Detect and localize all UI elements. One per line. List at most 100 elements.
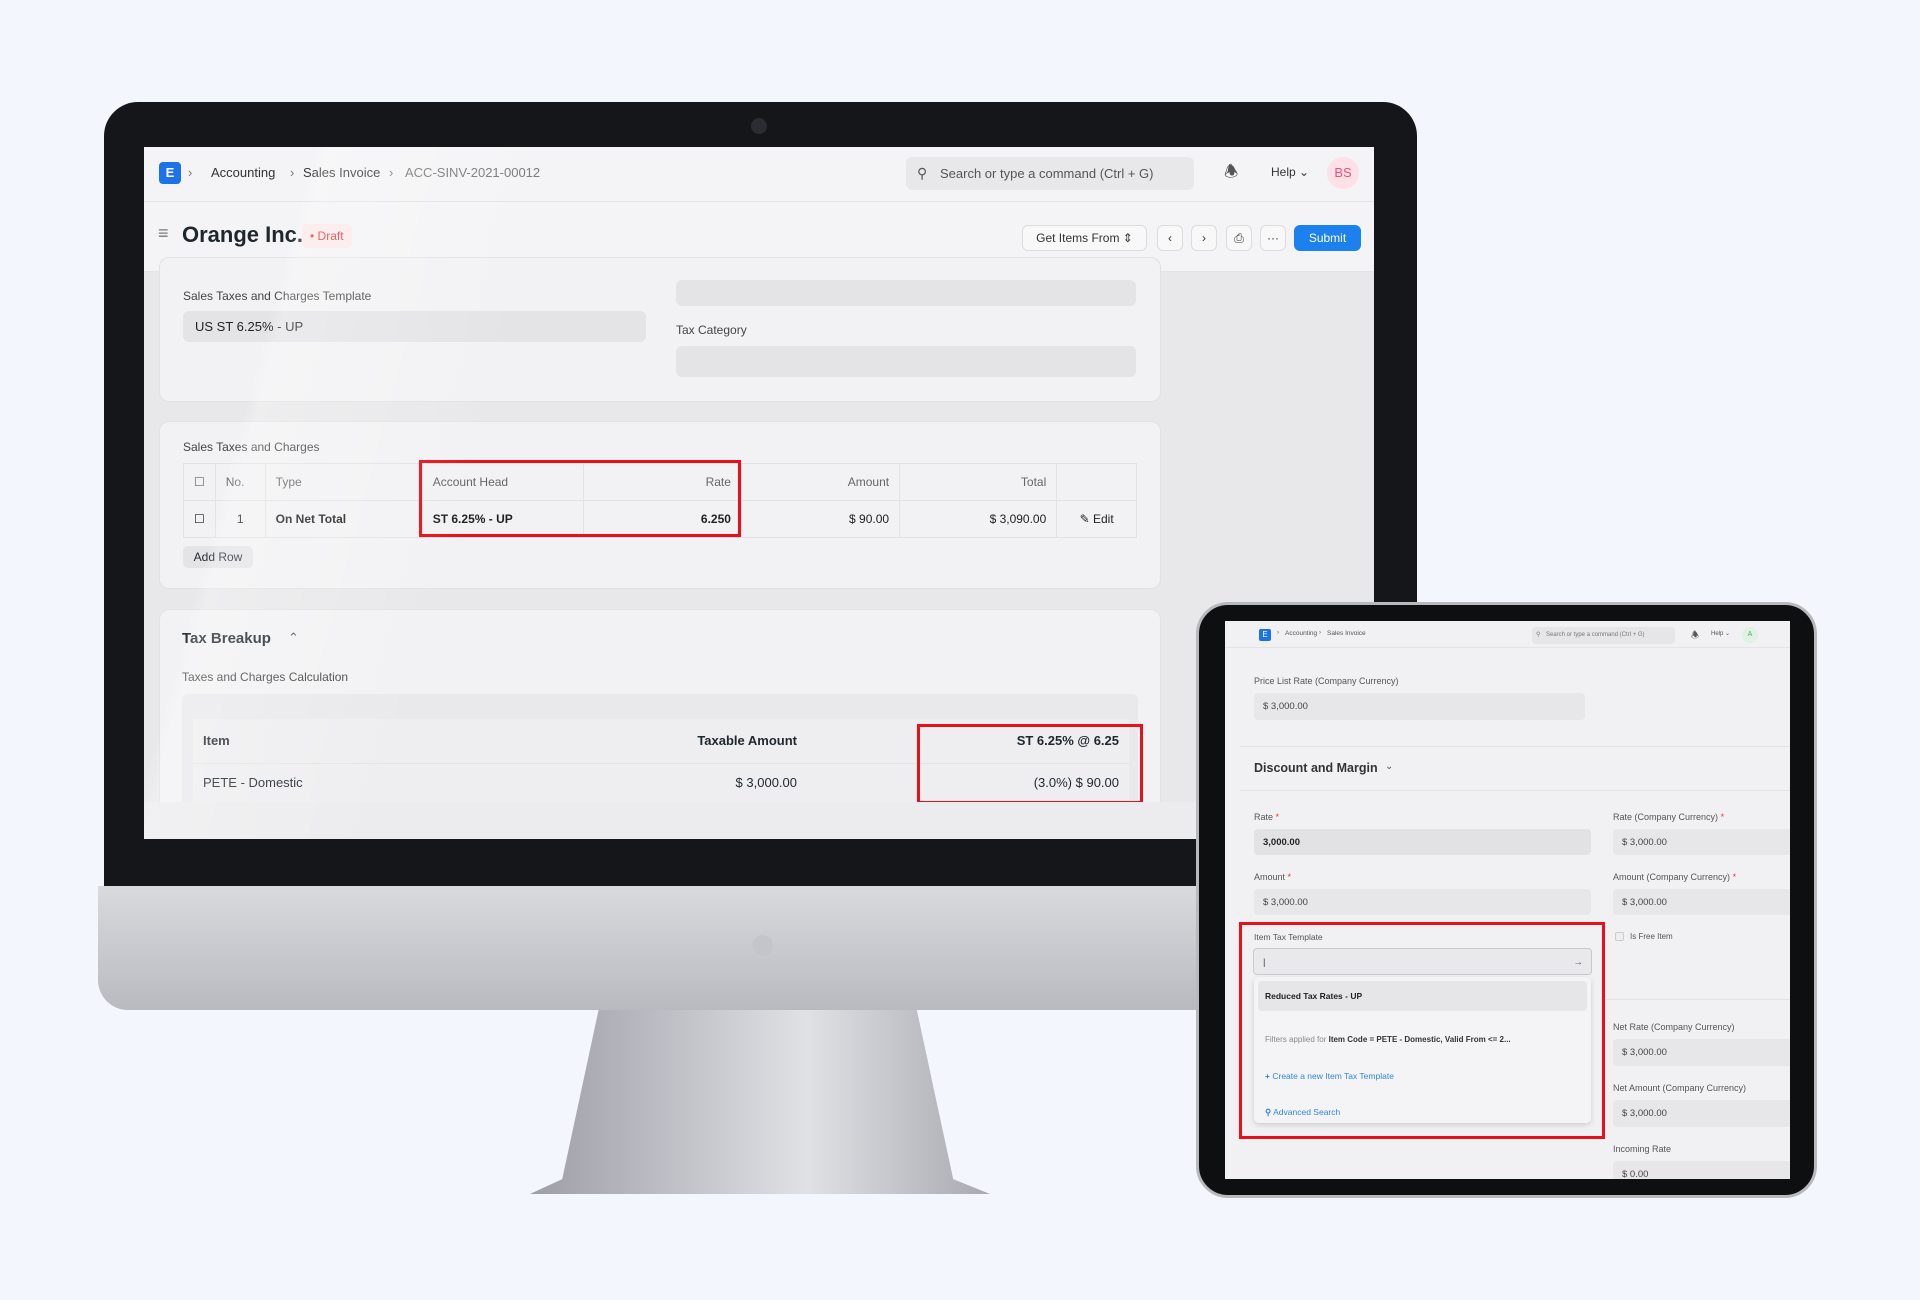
row-no: 1 [214,500,266,538]
incoming-rate-input: $ 0.00 [1613,1161,1790,1179]
row-item: PETE - Domestic [193,763,497,803]
net-rate-input: $ 3,000.00 [1613,1039,1790,1066]
divider [1240,746,1790,747]
select-all-checkbox[interactable]: ☐ [183,463,216,501]
avatar[interactable]: A [1742,627,1758,643]
bell-icon[interactable]: 🕭 [1691,628,1699,644]
avatar[interactable]: BS [1327,157,1359,189]
status-text: Draft [317,229,344,243]
col-amount: Amount [740,463,901,501]
breadcrumb-accounting[interactable]: Accounting [211,162,275,184]
next-button[interactable]: › [1191,225,1217,251]
page-title: Orange Inc. [182,222,304,247]
rate-input[interactable]: 3,000.00 [1254,829,1591,855]
amount-label-text: Amount [1254,872,1286,882]
breadcrumb-document[interactable]: ACC-SINV-2021-00012 [405,162,540,184]
taxes-label: Sales Taxes and Charges [183,440,320,454]
row-checkbox[interactable]: ☐ [183,500,216,538]
rate-label-text: Rate [1254,812,1274,822]
chevron-right-icon: › [1277,630,1279,636]
desktop-screen: E › Accounting › Sales Invoice › ACC-SIN… [144,147,1374,839]
search-icon: ⚲ [1536,632,1541,638]
incoming-rate-label: Incoming Rate [1613,1144,1672,1154]
chevron-right-icon: › [290,165,295,180]
navbar: E › Accounting › Sales Invoice › ACC-SIN… [144,147,1374,202]
divider [1605,999,1790,1000]
is-free-item-label: Is Free Item [1630,932,1673,941]
highlight-box [419,460,741,537]
menu-icon[interactable]: ≡ [158,223,169,244]
bell-icon[interactable]: 🕭 [1224,161,1238,188]
app-logo[interactable]: E [159,162,181,184]
chevron-right-icon: › [389,165,394,180]
get-items-label: Get Items From [1036,231,1120,245]
price-list-rate-label: Price List Rate (Company Currency) [1254,676,1399,686]
rate-cc-input: $ 3,000.00 [1613,829,1790,855]
tax-category-label: Tax Category [676,323,747,337]
amount-cc-input: $ 3,000.00 [1613,889,1790,915]
price-list-rate-input[interactable]: $ 3,000.00 [1254,693,1585,720]
divider [1240,790,1790,791]
col-item: Item [193,719,497,764]
apple-logo-icon: ● [748,917,778,970]
row-taxable: $ 3,000.00 [497,763,807,803]
search-icon: ⚲ [917,165,928,181]
breadcrumb-sales-invoice[interactable]: Sales Invoice [303,162,380,184]
net-amount-input: $ 3,000.00 [1613,1100,1790,1127]
submit-button[interactable]: Submit [1294,225,1361,251]
rate-label: Rate * [1254,812,1280,822]
breakup-subtitle: Taxes and Charges Calculation [182,670,349,684]
chevron-right-icon: › [1319,630,1321,636]
help-label: Help [1271,165,1296,179]
edit-label: Edit [1092,512,1114,526]
monitor-stand [530,1008,990,1194]
template-input[interactable]: US ST 6.25% - UP [183,311,646,342]
taxes-card: Sales Taxes and Charges ☐ No. Type Accou… [159,421,1161,589]
help-label: Help [1711,631,1724,637]
breadcrumb-accounting[interactable]: Accounting [1285,630,1317,637]
col-type: Type [264,463,423,501]
amount-label: Amount * [1254,872,1292,882]
more-icon[interactable]: ··· [1260,225,1286,251]
chevron-right-icon: › [188,165,193,180]
highlight-box [1239,922,1605,1139]
status-badge: • Draft [302,224,352,248]
amount-cc-label: Amount (Company Currency) * [1613,872,1737,882]
amount-input[interactable]: $ 3,000.00 [1254,889,1591,915]
net-rate-label: Net Rate (Company Currency) [1613,1022,1735,1032]
is-free-item-checkbox[interactable] [1615,932,1624,941]
col-edit [1056,463,1137,501]
highlight-box [917,724,1143,804]
rate-cc-label: Rate (Company Currency) * [1613,812,1725,822]
tablet-screen: E › Accounting › Sales Invoice ⚲ Search o… [1225,621,1790,1179]
help-menu[interactable]: Help ⌄ [1271,165,1309,179]
app-logo[interactable]: E [1259,629,1271,641]
tax-category-input[interactable] [676,346,1136,377]
add-row-button[interactable]: Add Row [183,546,253,568]
tax-breakup-title[interactable]: Tax Breakup [182,630,271,647]
print-icon[interactable]: ⎙ [1226,225,1252,251]
amount-cc-label-text: Amount (Company Currency) [1613,872,1731,882]
row-type[interactable]: On Net Total [264,500,423,538]
net-amount-label: Net Amount (Company Currency) [1613,1083,1747,1093]
previous-button[interactable]: ‹ [1157,225,1183,251]
tablet-navbar: E › Accounting › Sales Invoice ⚲ Search o… [1225,621,1790,648]
breadcrumb-sales-invoice[interactable]: Sales Invoice [1327,630,1366,637]
col-no: No. [214,463,266,501]
help-menu[interactable]: Help ⌄ [1711,630,1730,637]
chevron-down-icon[interactable]: ⌄ [1385,761,1393,772]
col-total: Total [899,463,1058,501]
discount-margin-title[interactable]: Discount and Margin [1254,761,1378,775]
row-total: $ 3,090.00 [899,500,1058,538]
search-input[interactable]: ⚲ Search or type a command (Ctrl + G) [1532,627,1675,644]
camera-icon [751,118,767,134]
chevron-up-icon[interactable]: ⌃ [288,630,299,646]
edit-button[interactable]: ✎ Edit [1056,500,1137,538]
template-label: Sales Taxes and Charges Template [183,289,372,303]
rate-cc-label-text: Rate (Company Currency) [1613,812,1719,822]
search-placeholder: Search or type a command (Ctrl + G) [1546,632,1645,638]
row-amount: $ 90.00 [740,500,901,538]
field-input[interactable] [676,280,1136,306]
search-input[interactable]: ⚲ Search or type a command (Ctrl + G) [906,157,1194,190]
get-items-from-button[interactable]: Get Items From ⇕ [1022,225,1147,251]
